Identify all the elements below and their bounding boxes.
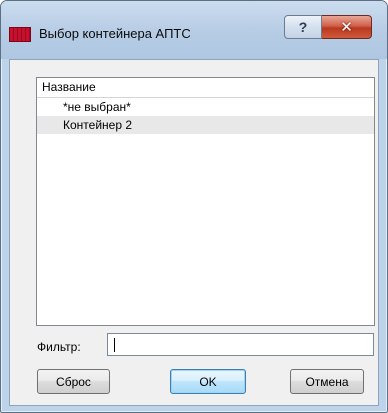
close-icon: ✕ [340, 19, 353, 36]
reset-button[interactable]: Сброс [37, 369, 110, 394]
dialog-client-area: Название *не выбран* Контейнер 2 Фильтр:… [9, 59, 379, 406]
cancel-button[interactable]: Отмена [290, 369, 364, 394]
help-button[interactable]: ? [284, 15, 322, 39]
dialog-window: Выбор контейнера АПТС ? ✕ Название *не в… [0, 0, 388, 413]
container-list[interactable]: Название *не выбран* Контейнер 2 [36, 77, 375, 326]
close-button[interactable]: ✕ [322, 15, 372, 39]
app-icon [9, 27, 31, 42]
list-item-selected[interactable]: Контейнер 2 [37, 116, 374, 134]
title-bar[interactable]: Выбор контейнера АПТС ? ✕ [1, 1, 387, 59]
ok-button[interactable]: OK [170, 369, 246, 394]
list-item[interactable]: *не выбран* [37, 98, 374, 116]
filter-input[interactable] [107, 333, 374, 356]
window-title: Выбор контейнера АПТС [39, 26, 191, 41]
filter-label: Фильтр: [37, 340, 81, 354]
text-caret [114, 338, 115, 352]
column-header-name[interactable]: Название [37, 78, 374, 98]
